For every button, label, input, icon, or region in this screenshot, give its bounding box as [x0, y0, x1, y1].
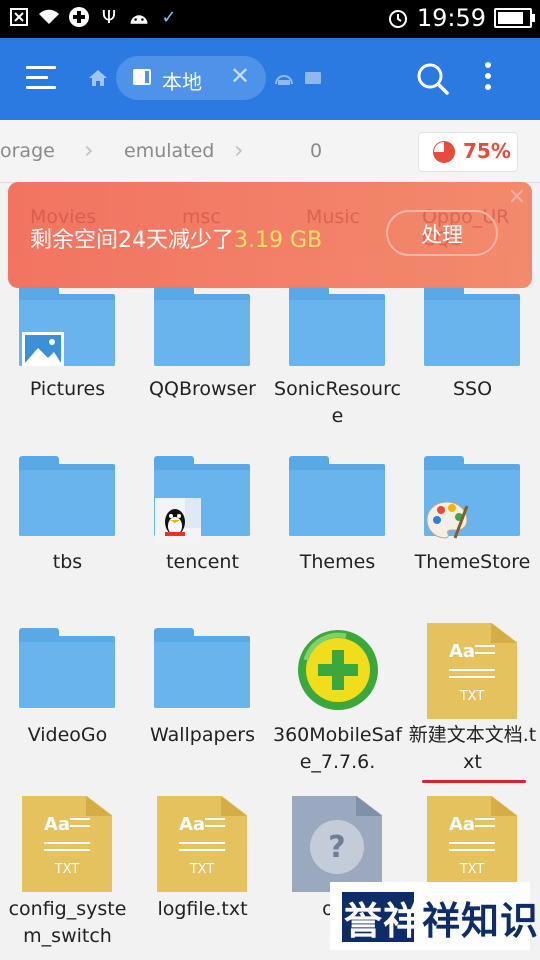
txt-file-icon: Aa TXT	[427, 796, 517, 892]
svg-text:?: ?	[328, 830, 345, 865]
file-name: QQBrowser	[149, 378, 256, 400]
file-name: Themes	[299, 551, 376, 573]
status-right: 19:59	[387, 4, 535, 32]
qq-penguin-icon	[155, 498, 201, 548]
file-name: SSO	[452, 378, 493, 400]
pie-chart-icon	[433, 141, 455, 163]
banner-message: 剩余空间24天减少了3.19 GB	[30, 228, 323, 253]
tablet-icon	[133, 69, 151, 85]
file-name: ThemeStore	[414, 551, 531, 573]
folder-icon	[289, 456, 385, 536]
network-icon[interactable]	[274, 70, 294, 90]
usb-icon: Ψ	[101, 6, 117, 28]
file-name: 360MobileSafe_7.7.6.	[273, 724, 402, 773]
handle-button[interactable]: 处理	[386, 210, 498, 256]
file-name: Wallpapers	[150, 724, 255, 746]
tab-label: 本地	[162, 70, 202, 94]
folder-icon	[19, 456, 115, 536]
storage-warning-banner: Movies msc Music Oppo_UR CQS 剩余空间24天减少了3…	[8, 182, 532, 288]
wifi-icon	[38, 6, 60, 28]
file-name: SonicResource	[274, 378, 401, 427]
file-name: Pictures	[29, 378, 106, 400]
question-icon: ?	[308, 818, 366, 880]
more-vertical-icon[interactable]	[484, 62, 492, 96]
360-security-icon	[68, 6, 90, 28]
folder-icon	[289, 286, 385, 366]
check-icon: ✓	[161, 6, 177, 28]
txt-file-icon: Aa TXT	[22, 796, 112, 892]
folder-icon	[154, 286, 250, 366]
window-icon[interactable]	[304, 70, 322, 90]
alarm-icon	[387, 7, 409, 29]
extra-tab-icons	[274, 70, 322, 90]
file-grid: Pictures QQBrowser SonicResource SSO tbs…	[0, 182, 540, 960]
txt-file-icon: Aa TXT	[427, 623, 517, 719]
close-icon[interactable]: ×	[508, 184, 526, 209]
storage-usage-badge[interactable]: 75%	[418, 132, 518, 172]
status-left-icons: Ψ ✓	[8, 6, 180, 28]
breadcrumb-item[interactable]: 0	[310, 140, 322, 162]
file-name: logfile.txt	[157, 898, 248, 920]
txt-file-icon: Aa TXT	[157, 796, 247, 892]
home-icon[interactable]	[88, 68, 108, 93]
chevron-right-icon: ›	[234, 136, 244, 164]
breadcrumb-item[interactable]: emulated	[124, 140, 214, 162]
hamburger-icon[interactable]	[26, 66, 56, 90]
close-box-icon	[8, 6, 30, 28]
breadcrumb-item[interactable]: orage	[0, 140, 55, 162]
clock-time: 19:59	[416, 4, 486, 32]
usage-percent: 75%	[463, 139, 511, 163]
folder-icon	[154, 628, 250, 708]
picture-icon	[22, 332, 64, 370]
status-bar: Ψ ✓ 19:59	[0, 0, 540, 38]
unknown-file-icon: ?	[292, 796, 382, 892]
highlight-underline	[422, 780, 526, 783]
tab-close-icon[interactable]: ✕	[230, 62, 250, 90]
palette-icon	[425, 498, 469, 546]
battery-icon	[494, 8, 535, 28]
tab-local[interactable]: 本地 ✕	[116, 56, 266, 100]
space-reduced-value: 3.19 GB	[234, 228, 323, 253]
file-name: config_system_switch	[8, 898, 127, 947]
folder-icon	[424, 286, 520, 366]
folder-icon	[19, 628, 115, 708]
file-name: tencent	[166, 551, 239, 573]
file-name: VideoGo	[27, 724, 108, 746]
chevron-right-icon: ›	[84, 136, 94, 164]
search-icon[interactable]	[416, 62, 450, 96]
360-plus-icon	[296, 628, 380, 716]
file-name: tbs	[52, 551, 83, 573]
title-bar: 本地 ✕	[0, 38, 540, 120]
android-icon	[128, 6, 150, 28]
watermark-logo: 誉祥祥知识	[330, 882, 538, 950]
file-name: 新建文本文档.txt	[408, 724, 537, 773]
breadcrumb: orage › emulated › 0 75%	[0, 120, 540, 183]
